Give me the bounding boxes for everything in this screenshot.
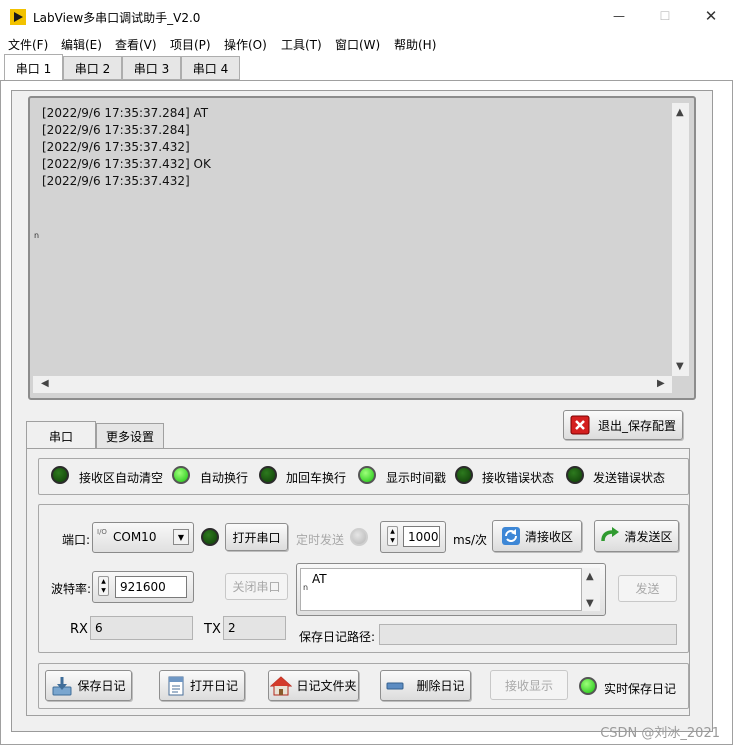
clear-send-label: 清发送区 <box>624 529 673 544</box>
chevron-down-icon[interactable]: ▼ <box>173 529 189 545</box>
document-icon <box>168 676 184 695</box>
clear-send-button[interactable]: 清发送区 <box>594 520 679 552</box>
menu-tools[interactable]: 工具(T) <box>281 36 322 53</box>
open-log-button[interactable]: 打开日记 <box>159 670 245 701</box>
scroll-up-icon[interactable]: ▲ <box>676 107 684 118</box>
labview-app-icon <box>10 9 26 25</box>
interval-stepper[interactable]: ▲ ▼ <box>387 526 398 546</box>
close-port-button[interactable]: 关闭串口 <box>225 573 288 600</box>
open-log-label: 打开日记 <box>189 679 238 693</box>
open-port-button[interactable]: 打开串口 <box>225 523 288 551</box>
realtime-save-led[interactable] <box>579 677 597 695</box>
close-icon: ✕ <box>704 7 718 25</box>
log-line: [2022/9/6 17:35:37.432] <box>42 174 190 188</box>
close-red-icon <box>570 415 590 435</box>
refresh-icon <box>501 527 520 545</box>
scroll-up-icon[interactable]: ▲ <box>586 571 594 582</box>
maximize-icon: ☐ <box>659 9 671 23</box>
scroll-down-icon[interactable]: ▼ <box>676 361 684 372</box>
log-line: [2022/9/6 17:35:37.284] <box>42 123 190 137</box>
minus-icon <box>386 682 404 689</box>
send-side-marker: n <box>303 583 309 592</box>
window-title: LabView多串口调试助手_V2.0 <box>33 11 201 25</box>
tab-port-3[interactable]: 串口 3 <box>122 56 181 80</box>
minimize-icon: — <box>613 9 625 23</box>
minimize-button[interactable]: — <box>596 0 642 32</box>
io-icon: I/O <box>97 528 107 536</box>
show-timestamp-label: 显示时间戳 <box>386 471 447 485</box>
menu-help[interactable]: 帮助(H) <box>394 36 436 53</box>
send-text: AT <box>312 572 327 586</box>
exit-button-label: 退出_保存配置 <box>597 418 676 433</box>
clear-receive-label: 清接收区 <box>524 529 573 544</box>
log-path-label: 保存日记路径: <box>299 630 376 644</box>
maximize-button[interactable]: ☐ <box>642 0 688 32</box>
menu-file[interactable]: 文件(F) <box>8 36 48 53</box>
menu-edit[interactable]: 编辑(E) <box>61 36 102 53</box>
log-line: [2022/9/6 17:35:37.432] OK <box>42 157 211 171</box>
auto-clear-label: 接收区自动清空 <box>79 471 164 485</box>
delete-log-button[interactable]: 删除日记 <box>380 670 471 701</box>
home-icon <box>270 675 293 695</box>
auto-wrap-led[interactable] <box>172 466 190 484</box>
tx-count: 2 <box>223 616 286 640</box>
send-button[interactable]: 发送 <box>618 575 677 602</box>
log-path-field[interactable] <box>379 624 677 645</box>
log-line: [2022/9/6 17:35:37.432] <box>42 140 190 154</box>
download-tray-icon <box>52 676 72 695</box>
interval-input[interactable]: 1000 <box>403 526 440 547</box>
clear-receive-button[interactable]: 清接收区 <box>492 520 582 552</box>
tab-port-1[interactable]: 串口 1 <box>4 54 63 81</box>
scroll-left-icon[interactable]: ◀ <box>41 378 49 389</box>
scroll-right-icon[interactable]: ▶ <box>657 378 665 389</box>
send-textarea[interactable] <box>300 568 582 611</box>
log-line: [2022/9/6 17:35:37.284] AT <box>42 106 209 120</box>
save-log-button[interactable]: 保存日记 <box>45 670 132 701</box>
auto-clear-led[interactable] <box>51 466 69 484</box>
send-error-led <box>566 466 584 484</box>
realtime-save-label: 实时保存日记 <box>604 682 677 696</box>
add-crlf-label: 加回车换行 <box>286 471 347 485</box>
tab-port-4[interactable]: 串口 4 <box>181 56 240 80</box>
tab-serial[interactable]: 串口 <box>26 421 96 450</box>
redo-arrow-icon <box>601 527 620 542</box>
scroll-down-icon[interactable]: ▼ <box>586 598 594 609</box>
port-select[interactable]: COM10 <box>109 526 171 548</box>
receive-display-button[interactable]: 接收显示 <box>490 670 568 700</box>
tx-label: TX <box>204 622 221 637</box>
log-folder-label: 日记文件夹 <box>296 679 357 693</box>
exit-save-config-button[interactable]: 退出_保存配置 <box>563 410 683 440</box>
rx-label: RX <box>70 622 88 637</box>
timed-send-led[interactable] <box>350 528 368 546</box>
recv-error-led <box>455 466 473 484</box>
delete-log-label: 删除日记 <box>416 679 465 693</box>
interval-unit-label: ms/次 <box>453 533 487 547</box>
send-error-label: 发送错误状态 <box>593 471 666 485</box>
baud-label: 波特率: <box>51 582 92 596</box>
baud-input[interactable]: 921600 <box>115 576 187 598</box>
receive-horizontal-scrollbar[interactable]: ◀ ▶ <box>33 376 672 393</box>
tab-port-2[interactable]: 串口 2 <box>63 56 122 80</box>
recv-error-label: 接收错误状态 <box>482 471 555 485</box>
send-scrollbar[interactable]: ▲ ▼ <box>582 568 600 611</box>
menu-window[interactable]: 窗口(W) <box>335 36 380 53</box>
baud-stepper[interactable]: ▲ ▼ <box>98 576 109 596</box>
save-log-label: 保存日记 <box>77 679 126 693</box>
menu-view[interactable]: 查看(V) <box>115 36 157 53</box>
timed-send-label: 定时发送 <box>296 533 345 547</box>
receive-side-marker: n <box>34 231 40 240</box>
show-timestamp-led[interactable] <box>358 466 376 484</box>
port-label: 端口: <box>62 533 91 547</box>
menu-project[interactable]: 项目(P) <box>170 36 211 53</box>
port-open-led <box>201 528 219 546</box>
log-folder-button[interactable]: 日记文件夹 <box>268 670 359 701</box>
tab-more-settings[interactable]: 更多设置 <box>96 423 164 449</box>
close-button[interactable]: ✕ <box>688 0 734 32</box>
rx-count: 6 <box>90 616 193 640</box>
receive-vertical-scrollbar[interactable]: ▲ ▼ <box>672 103 689 376</box>
watermark: CSDN @刘冰_2021 <box>600 726 720 741</box>
auto-wrap-label: 自动换行 <box>200 471 249 485</box>
menu-operate[interactable]: 操作(O) <box>224 36 267 53</box>
add-crlf-led[interactable] <box>259 466 277 484</box>
